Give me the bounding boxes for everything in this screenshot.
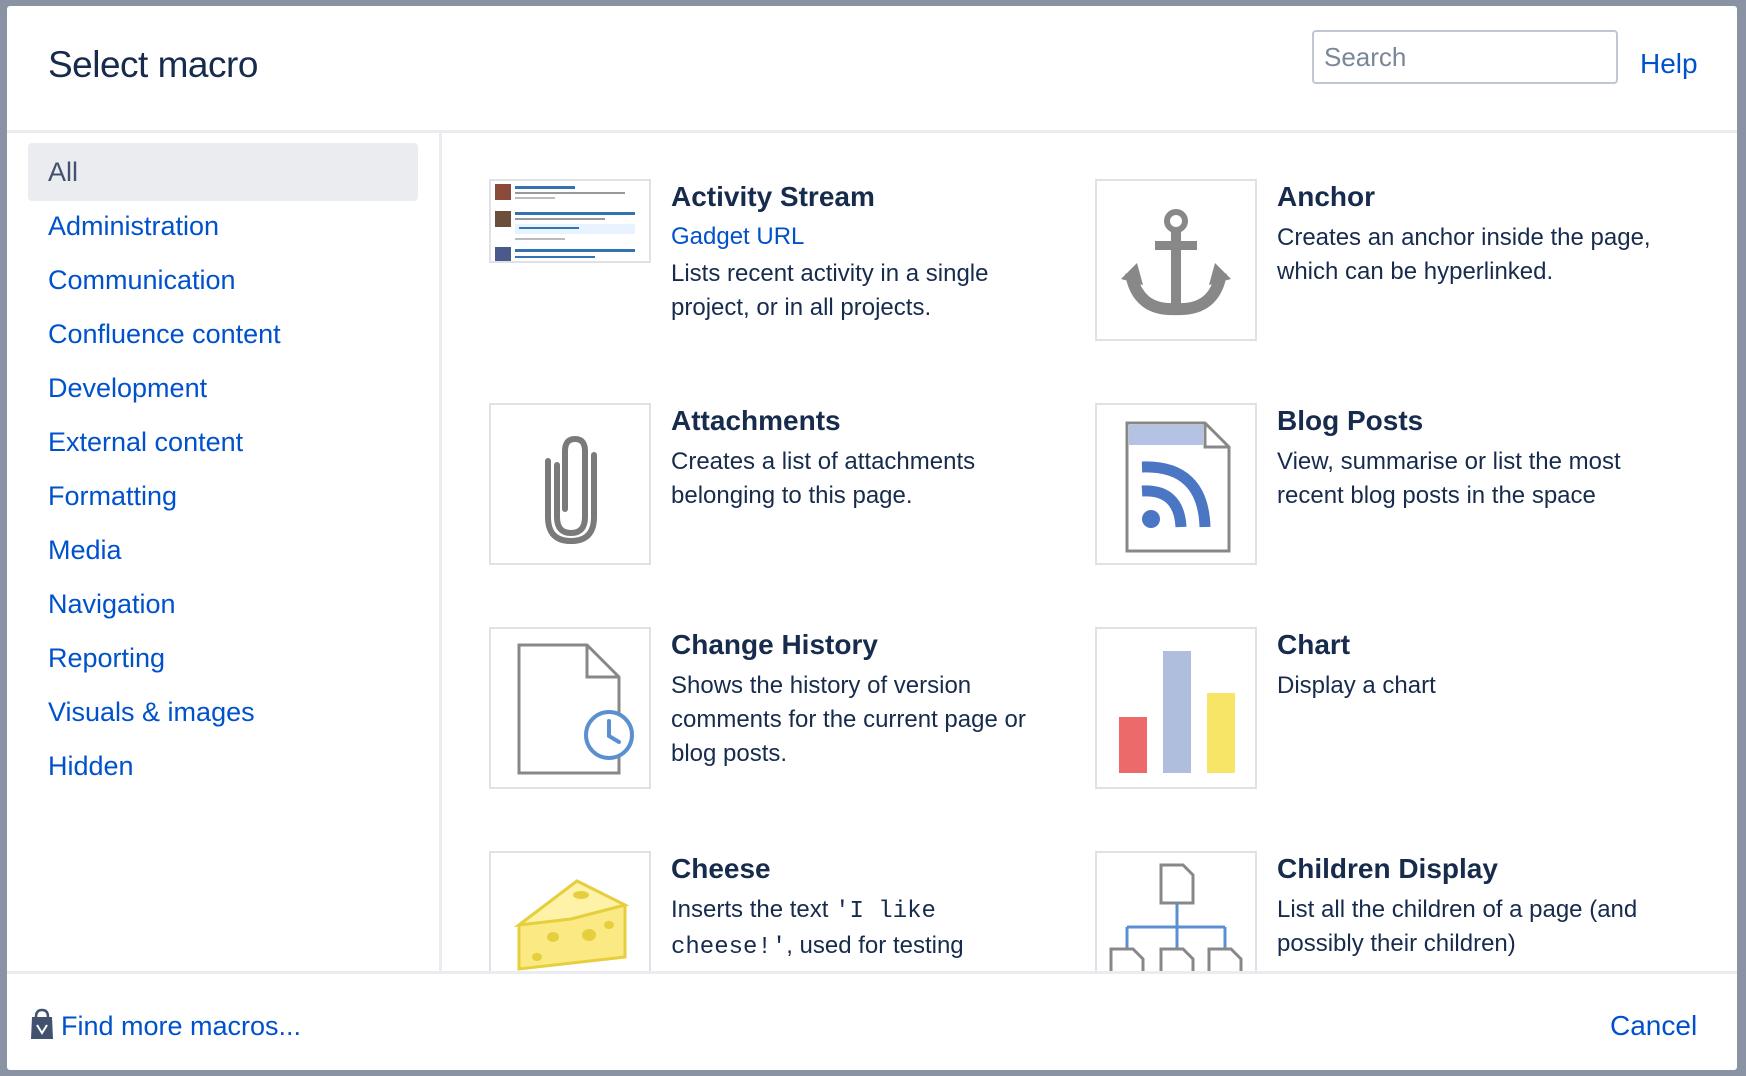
- category-development[interactable]: Development: [28, 359, 418, 417]
- macro-name: Blog Posts: [1277, 405, 1424, 436]
- macro-name: Change History: [671, 629, 878, 660]
- macro-name: Activity Stream: [671, 181, 875, 212]
- category-hidden[interactable]: Hidden: [28, 737, 418, 795]
- macro-description: Display a chart: [1277, 672, 1436, 699]
- macro-change-history[interactable]: Change History Shows the history of vers…: [489, 627, 1089, 827]
- dialog-header: Select macro Help: [7, 6, 1737, 133]
- macro-children-display[interactable]: Children Display List all the children o…: [1095, 851, 1695, 971]
- cheese-icon: [489, 851, 651, 971]
- page-tree-icon: [1095, 851, 1257, 971]
- macro-description: Inserts the text 'I like cheese!', used …: [671, 896, 964, 961]
- category-external-content[interactable]: External content: [28, 413, 418, 471]
- category-reporting[interactable]: Reporting: [28, 629, 418, 687]
- help-link[interactable]: Help: [1640, 48, 1698, 80]
- document-clock-icon: [489, 627, 651, 789]
- dialog-title: Select macro: [48, 44, 258, 85]
- dialog-footer: Find more macros... Cancel: [7, 971, 1737, 1070]
- marketplace-bag-icon: [29, 1007, 55, 1046]
- category-confluence-content[interactable]: Confluence content: [28, 305, 418, 363]
- macro-anchor[interactable]: Anchor Creates an anchor inside the page…: [1095, 179, 1695, 379]
- cancel-button[interactable]: Cancel: [1610, 1010, 1697, 1042]
- bar-chart-icon: [1095, 627, 1257, 789]
- macro-blog-posts[interactable]: Blog Posts View, summarise or list the m…: [1095, 403, 1695, 603]
- paperclip-icon: [489, 403, 651, 565]
- find-more-macros-label: Find more macros...: [61, 1010, 302, 1041]
- category-sidebar: All Administration Communication Conflue…: [7, 133, 442, 971]
- macro-name: Chart: [1277, 629, 1351, 660]
- category-all[interactable]: All: [28, 143, 418, 201]
- macro-activity-stream[interactable]: Activity Stream Gadget URL Lists recent …: [489, 179, 1089, 379]
- macro-cheese[interactable]: Cheese Inserts the text 'I like cheese!'…: [489, 851, 1089, 971]
- macro-description: Shows the history of version comments fo…: [671, 672, 1026, 767]
- select-macro-dialog: Select macro Help All Administration Com…: [7, 6, 1737, 1070]
- category-formatting[interactable]: Formatting: [28, 467, 418, 525]
- macro-description: Creates a list of attachments belonging …: [671, 448, 976, 509]
- macro-chart[interactable]: Chart Display a chart: [1095, 627, 1695, 827]
- anchor-icon: [1095, 179, 1257, 341]
- macro-name: Anchor: [1277, 181, 1375, 212]
- macro-description: List all the children of a page (and pos…: [1277, 896, 1638, 957]
- macro-description: View, summarise or list the most recent …: [1277, 448, 1621, 509]
- macro-attachments[interactable]: Attachments Creates a list of attachment…: [489, 403, 1089, 603]
- category-visuals-images[interactable]: Visuals & images: [28, 683, 418, 741]
- macro-description: Creates an anchor inside the page, which…: [1277, 224, 1651, 285]
- macro-name: Attachments: [671, 405, 841, 436]
- rss-document-icon: [1095, 403, 1257, 565]
- gadget-url-link[interactable]: Gadget URL: [671, 223, 804, 251]
- macro-description: Lists recent activity in a single projec…: [671, 260, 989, 321]
- macro-list: Activity Stream Gadget URL Lists recent …: [442, 133, 1737, 971]
- search-input[interactable]: [1312, 30, 1618, 84]
- macro-name: Cheese: [671, 853, 771, 884]
- category-navigation[interactable]: Navigation: [28, 575, 418, 633]
- macro-name: Children Display: [1277, 853, 1498, 884]
- activity-stream-thumbnail: [489, 179, 651, 263]
- category-communication[interactable]: Communication: [28, 251, 418, 309]
- category-administration[interactable]: Administration: [28, 197, 418, 255]
- find-more-macros-link[interactable]: Find more macros...: [29, 1008, 301, 1044]
- category-media[interactable]: Media: [28, 521, 418, 579]
